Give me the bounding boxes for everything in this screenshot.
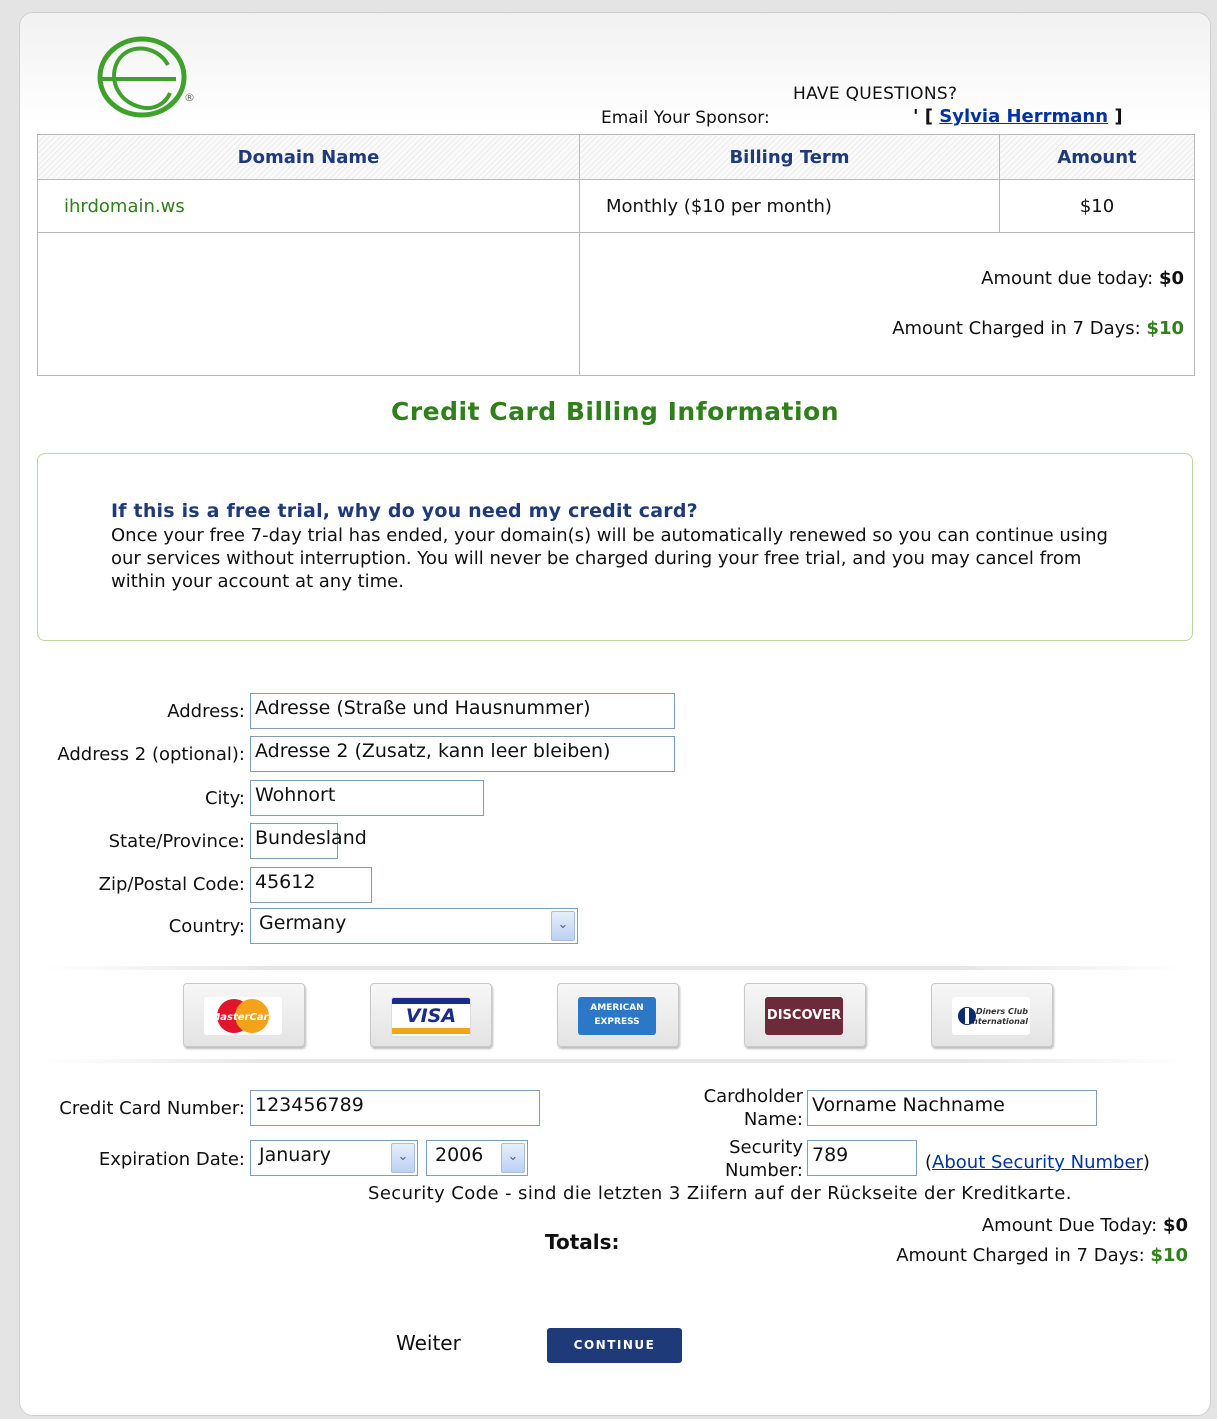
order-summary-table: Domain Name Billing Term Amount ihrdomai… bbox=[37, 134, 1195, 376]
billing-term-cell: Monthly ($10 per month) bbox=[579, 179, 1000, 233]
cc-number-input[interactable]: 123456789 bbox=[250, 1090, 540, 1126]
security-label: Security Number: bbox=[725, 1136, 803, 1182]
globe-logo-icon bbox=[97, 36, 187, 118]
continue-button[interactable]: CONTINUE bbox=[547, 1328, 682, 1363]
totals-label: Totals: bbox=[545, 1230, 620, 1254]
due-row: Amount due today: $0 Amount Charged in 7… bbox=[37, 232, 1195, 376]
sponsor-link-wrapper: ' [ Sylvia Herrmann ] bbox=[913, 106, 1123, 127]
amex-button[interactable]: AMERICAN EXPRESS bbox=[557, 983, 679, 1047]
exp-month-value: January bbox=[259, 1144, 332, 1166]
section-title: Credit Card Billing Information bbox=[390, 397, 840, 426]
table-row: ihrdomain.ws Monthly ($10 per month) $10 bbox=[37, 179, 1195, 233]
amex-logo-text: AMERICAN EXPRESS bbox=[590, 1003, 644, 1027]
weiter-label: Weiter bbox=[396, 1331, 461, 1355]
city-label: City: bbox=[204, 788, 245, 809]
city-input[interactable]: Wohnort bbox=[250, 780, 484, 816]
domain-cell: ihrdomain.ws bbox=[37, 179, 580, 233]
diners-logo-icon: Diners Club International bbox=[952, 997, 1030, 1035]
cardholder-label: Cardholder Name: bbox=[704, 1085, 803, 1131]
due-today-label: Amount due today: bbox=[981, 268, 1154, 289]
totals-due-today-label: Amount Due Today: bbox=[981, 1215, 1158, 1236]
exp-month-select[interactable]: January ⌄ bbox=[250, 1140, 418, 1176]
column-header-amount: Amount bbox=[999, 134, 1195, 180]
amex-logo-icon: AMERICAN EXPRESS bbox=[578, 997, 656, 1035]
due-summary-cell: Amount due today: $0 Amount Charged in 7… bbox=[579, 232, 1195, 376]
chevron-down-icon[interactable]: ⌄ bbox=[551, 911, 575, 941]
diners-button[interactable]: Diners Club International bbox=[931, 983, 1053, 1047]
country-value: Germany bbox=[259, 912, 347, 934]
cardholder-label-line1: Cardholder bbox=[703, 1086, 803, 1107]
charged-line: Amount Charged in 7 Days: $10 bbox=[581, 316, 1184, 342]
visa-logo-icon: VISA bbox=[391, 997, 471, 1037]
state-input[interactable]: Bundesland bbox=[250, 823, 367, 859]
address-label: Address: bbox=[167, 701, 245, 722]
chevron-down-icon[interactable]: ⌄ bbox=[391, 1143, 415, 1173]
about-security-link[interactable]: About Security Number bbox=[932, 1152, 1143, 1173]
security-number-input[interactable]: 789 bbox=[807, 1140, 917, 1176]
sponsor-email-link[interactable]: Sylvia Herrmann bbox=[939, 106, 1108, 127]
about-open-paren: ( bbox=[925, 1152, 933, 1173]
country-label: Country: bbox=[168, 916, 245, 937]
divider bbox=[45, 966, 1185, 970]
exp-year-value: 2006 bbox=[435, 1144, 484, 1166]
domain-name: ihrdomain.ws bbox=[64, 195, 185, 217]
discover-button[interactable]: DISCOVER bbox=[744, 983, 866, 1047]
exp-year-select[interactable]: 2006 ⌄ bbox=[426, 1140, 528, 1176]
checkout-panel: ® HAVE QUESTIONS? Email Your Sponsor: ' … bbox=[19, 12, 1211, 1416]
zip-input[interactable]: 45612 bbox=[250, 867, 372, 903]
sponsor-open-bracket: ' [ bbox=[913, 106, 934, 127]
address-input[interactable]: Adresse (Straße und Hausnummer) bbox=[250, 693, 675, 729]
have-questions-heading: HAVE QUESTIONS? bbox=[793, 84, 958, 104]
address2-input[interactable]: Adresse 2 (Zusatz, kann leer bleiben) bbox=[250, 736, 675, 772]
due-today-line: Amount due today: $0 bbox=[581, 266, 1184, 292]
about-security-wrapper: (About Security Number) bbox=[925, 1152, 1150, 1173]
mastercard-button[interactable]: MasterCard bbox=[183, 983, 305, 1047]
cardholder-label-line2: Name: bbox=[743, 1109, 803, 1130]
totals-charged: Amount Charged in 7 Days: $10 bbox=[896, 1245, 1188, 1266]
visa-logo-text: VISA bbox=[405, 1005, 457, 1027]
security-label-line1: Security bbox=[729, 1137, 803, 1158]
totals-charged-label: Amount Charged in 7 Days: bbox=[896, 1245, 1145, 1266]
due-today-value: $0 bbox=[1158, 268, 1184, 289]
state-label: State/Province: bbox=[108, 831, 245, 852]
charged-value: $10 bbox=[1146, 318, 1184, 339]
visa-button[interactable]: VISA bbox=[370, 983, 492, 1047]
table-header-row: Domain Name Billing Term Amount bbox=[37, 134, 1195, 180]
cardholder-input[interactable]: Vorname Nachname bbox=[807, 1090, 1097, 1126]
free-trial-info-box: If this is a free trial, why do you need… bbox=[37, 453, 1193, 641]
info-text: Once your free 7-day trial has ended, yo… bbox=[111, 525, 1108, 592]
exp-date-label: Expiration Date: bbox=[98, 1149, 245, 1170]
charged-label: Amount Charged in 7 Days: bbox=[892, 318, 1141, 339]
totals-due-today-value: $0 bbox=[1162, 1215, 1188, 1236]
cc-number-label: Credit Card Number: bbox=[59, 1098, 245, 1119]
sponsor-close-bracket: ] bbox=[1114, 106, 1123, 127]
chevron-down-icon[interactable]: ⌄ bbox=[501, 1143, 525, 1173]
country-select[interactable]: Germany ⌄ bbox=[250, 908, 578, 944]
zip-label: Zip/Postal Code: bbox=[98, 874, 245, 895]
registered-mark: ® bbox=[184, 91, 195, 104]
about-close-paren: ) bbox=[1142, 1152, 1150, 1173]
amount-cell: $10 bbox=[999, 179, 1195, 233]
email-sponsor-label: Email Your Sponsor: bbox=[601, 108, 770, 128]
totals-due-today: Amount Due Today: $0 bbox=[982, 1215, 1188, 1236]
mastercard-logo-icon: MasterCard bbox=[204, 997, 282, 1035]
divider bbox=[45, 1059, 1185, 1063]
empty-cell bbox=[37, 232, 580, 376]
security-label-line2: Number: bbox=[724, 1160, 803, 1181]
column-header-domain: Domain Name bbox=[37, 134, 580, 180]
column-header-billing-term: Billing Term bbox=[579, 134, 1000, 180]
info-question: If this is a free trial, why do you need… bbox=[111, 500, 698, 522]
totals-charged-value: $10 bbox=[1150, 1245, 1188, 1266]
mastercard-logo-text: MasterCard bbox=[210, 1012, 276, 1023]
address2-label: Address 2 (optional): bbox=[57, 744, 245, 765]
discover-logo-icon: DISCOVER bbox=[765, 997, 843, 1035]
security-code-note: Security Code - sind die letzten 3 Ziife… bbox=[368, 1183, 1072, 1204]
discover-logo-text: DISCOVER bbox=[766, 1008, 842, 1023]
